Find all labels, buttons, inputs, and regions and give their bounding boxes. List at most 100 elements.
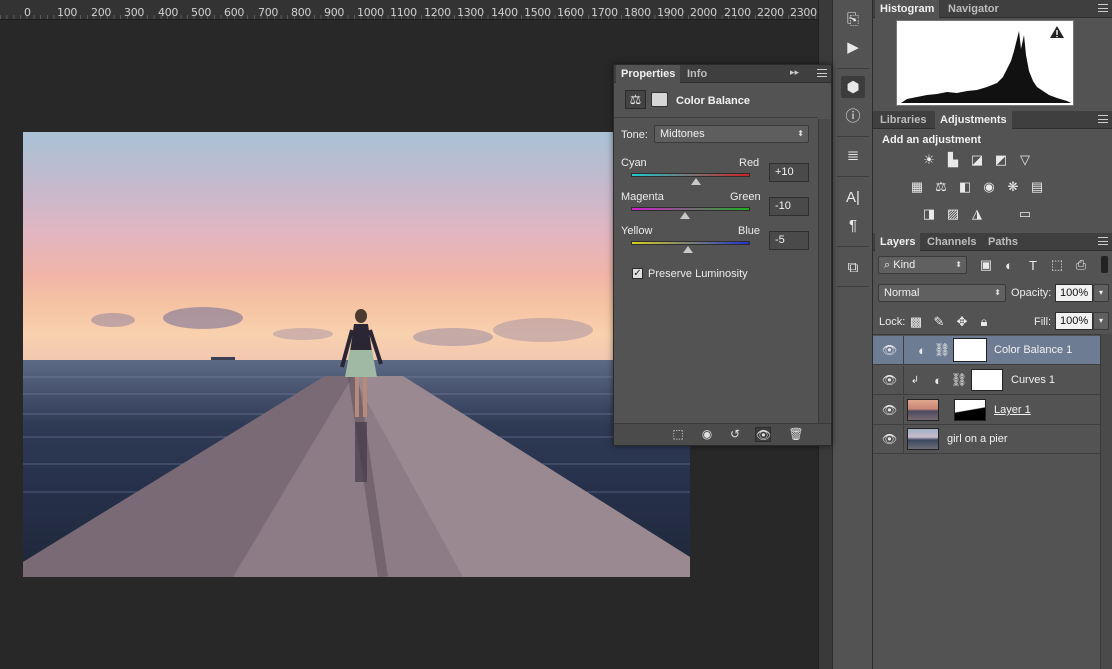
color-balance-icon[interactable]: ⚖ [932,179,950,195]
tab-adjustments[interactable]: Adjustments [935,111,1012,129]
invert-icon[interactable]: ◨ [920,206,938,222]
magenta-green-slider-track[interactable] [631,207,750,211]
reset-icon[interactable]: ↺ [727,427,743,442]
black-white-icon[interactable]: ◧ [956,179,974,195]
eye-icon[interactable]: 👁︎ [882,344,897,356]
lock-image-pixels-icon[interactable]: ✎ [930,314,948,330]
clip-to-layer-icon[interactable]: ⬚ [670,427,686,442]
lock-transparent-pixels-icon[interactable]: ▩ [907,314,925,330]
opacity-dropdown-button[interactable]: ▾ [1093,284,1109,302]
cyan-red-slider-track[interactable] [631,173,750,177]
slider-left-label: Cyan [621,157,647,169]
blend-mode-select[interactable]: Normal ⬍ [878,284,1006,302]
filter-toggle-switch[interactable] [1101,256,1108,273]
chain-link-icon[interactable]: ⛓ [951,372,968,388]
brush-presets-icon[interactable]: ≣ [841,144,865,166]
opacity-label: Opacity: [1011,287,1052,299]
filter-pixel-icon[interactable]: ▣ [977,257,995,273]
fill-dropdown-button[interactable]: ▾ [1093,312,1109,330]
ruler-tick: 400 [158,6,179,19]
eye-icon[interactable]: 👁︎ [882,374,897,386]
yellow-blue-slider-track[interactable] [631,241,750,245]
horizontal-ruler[interactable]: 0 100 200 300 400 500 600 700 800 900 10… [0,0,818,20]
threshold-icon[interactable]: ◮ [968,206,986,222]
panel-menu-icon[interactable] [817,69,827,77]
view-previous-state-icon[interactable]: ◉ [699,427,715,442]
layer-comps-icon[interactable]: ⧉ [841,256,865,278]
layer-name[interactable]: Curves 1 [1011,374,1055,386]
vibrance-icon[interactable]: ▦ [908,179,926,195]
levels-icon[interactable]: ▙ [944,152,962,168]
magenta-green-value-input[interactable]: -10 [769,197,809,216]
gradient-triangle-icon[interactable]: ▽ [1016,152,1034,168]
tab-info[interactable]: Info [682,65,712,83]
slider-right-label: Green [730,191,761,203]
lock-position-icon[interactable]: ✥ [953,314,971,330]
info-icon[interactable]: ⓘ [841,104,865,126]
panel-menu-icon[interactable] [1098,115,1108,123]
cyan-red-value-input[interactable]: +10 [769,163,809,182]
eye-icon[interactable]: 👁︎ [882,404,897,416]
panel-menu-icon[interactable] [1098,4,1108,12]
yellow-blue-slider-thumb[interactable] [682,246,693,253]
yellow-blue-value-input[interactable]: -5 [769,231,809,250]
collapse-panel-icon[interactable]: ▸▸ [790,67,799,78]
fill-input[interactable]: 100% [1055,312,1093,330]
layer-row-girl-on-pier[interactable]: 👁︎ girl on a pier [873,425,1100,454]
layer-name[interactable]: Color Balance 1 [994,344,1072,356]
cyan-red-slider-thumb[interactable] [691,178,702,185]
tab-properties[interactable]: Properties [616,65,681,83]
channel-mixer-icon[interactable]: ❋ [1004,179,1022,195]
filter-shape-icon[interactable]: ⬚ [1048,257,1066,273]
3d-cube-icon[interactable]: ⬢ [841,76,865,98]
fill-label: Fill: [1034,316,1052,328]
photo-filter-icon[interactable]: ◉ [980,179,998,195]
layer-thumbnail[interactable] [907,399,939,421]
filter-type-icon[interactable]: T [1024,257,1042,273]
tab-histogram[interactable]: Histogram [875,0,940,18]
gradient-map-icon[interactable]: ▭ [1016,206,1034,222]
filter-adjustment-icon[interactable]: ◐ [1000,257,1018,273]
tab-libraries[interactable]: Libraries [875,111,931,129]
preserve-luminosity-checkbox[interactable]: ✓ [632,268,643,279]
layer-row-curves[interactable]: 👁︎ ↲ ◐ ⛓ Curves 1 [873,366,1100,395]
ruler-tick: 2200 [757,6,784,19]
opacity-input[interactable]: 100% [1055,284,1093,302]
layer-mask-thumbnail[interactable] [971,369,1003,391]
visibility-eye-icon[interactable]: 👁︎ [755,427,771,442]
layer-filter-kind-select[interactable]: ⌕ Kind ⬍ [878,256,967,274]
layer-name[interactable]: Layer 1 [994,404,1031,416]
history-icon[interactable]: ⎘ [841,8,865,30]
trash-icon[interactable]: 🗑︎ [788,427,804,442]
layers-scrollbar[interactable] [1100,334,1112,669]
actions-play-icon[interactable]: ▶ [841,36,865,58]
layer-mask-icon[interactable] [651,92,668,107]
tab-channels[interactable]: Channels [922,233,982,251]
layer-name[interactable]: girl on a pier [947,433,1008,445]
curves-icon[interactable]: ◪ [968,152,986,168]
posterize-icon[interactable]: ▨ [944,206,962,222]
layer-mask-thumbnail[interactable] [954,399,986,421]
lock-all-icon[interactable]: 🔒︎ [975,314,993,330]
tab-navigator[interactable]: Navigator [943,0,1004,18]
tab-paths[interactable]: Paths [983,233,1023,251]
paragraph-icon[interactable]: ¶ [841,214,865,236]
magenta-green-slider-thumb[interactable] [679,212,690,219]
color-lookup-icon[interactable]: ▤ [1028,179,1046,195]
filter-smart-object-icon[interactable]: ⎙ [1072,257,1090,273]
layer-row-color-balance[interactable]: 👁︎ ◐ ⛓ Color Balance 1 [873,336,1100,365]
layer-thumbnail[interactable] [907,428,939,450]
character-icon[interactable]: A| [841,186,865,208]
layer-row-layer-1[interactable]: 👁︎ Layer 1 [873,396,1100,425]
photo-girl-on-pier[interactable] [23,132,690,577]
panel-menu-icon[interactable] [1098,237,1108,245]
brightness-contrast-icon[interactable]: ☀ [920,152,938,168]
warning-triangle-icon[interactable] [1050,26,1064,38]
exposure-icon[interactable]: ◩ [992,152,1010,168]
chain-link-icon[interactable]: ⛓ [934,342,951,358]
eye-icon[interactable]: 👁︎ [882,433,897,445]
properties-scrollbar[interactable] [818,119,830,423]
tab-layers[interactable]: Layers [875,233,921,251]
tone-select[interactable]: Midtones ⬍ [654,125,809,143]
layer-mask-thumbnail[interactable] [953,338,987,362]
